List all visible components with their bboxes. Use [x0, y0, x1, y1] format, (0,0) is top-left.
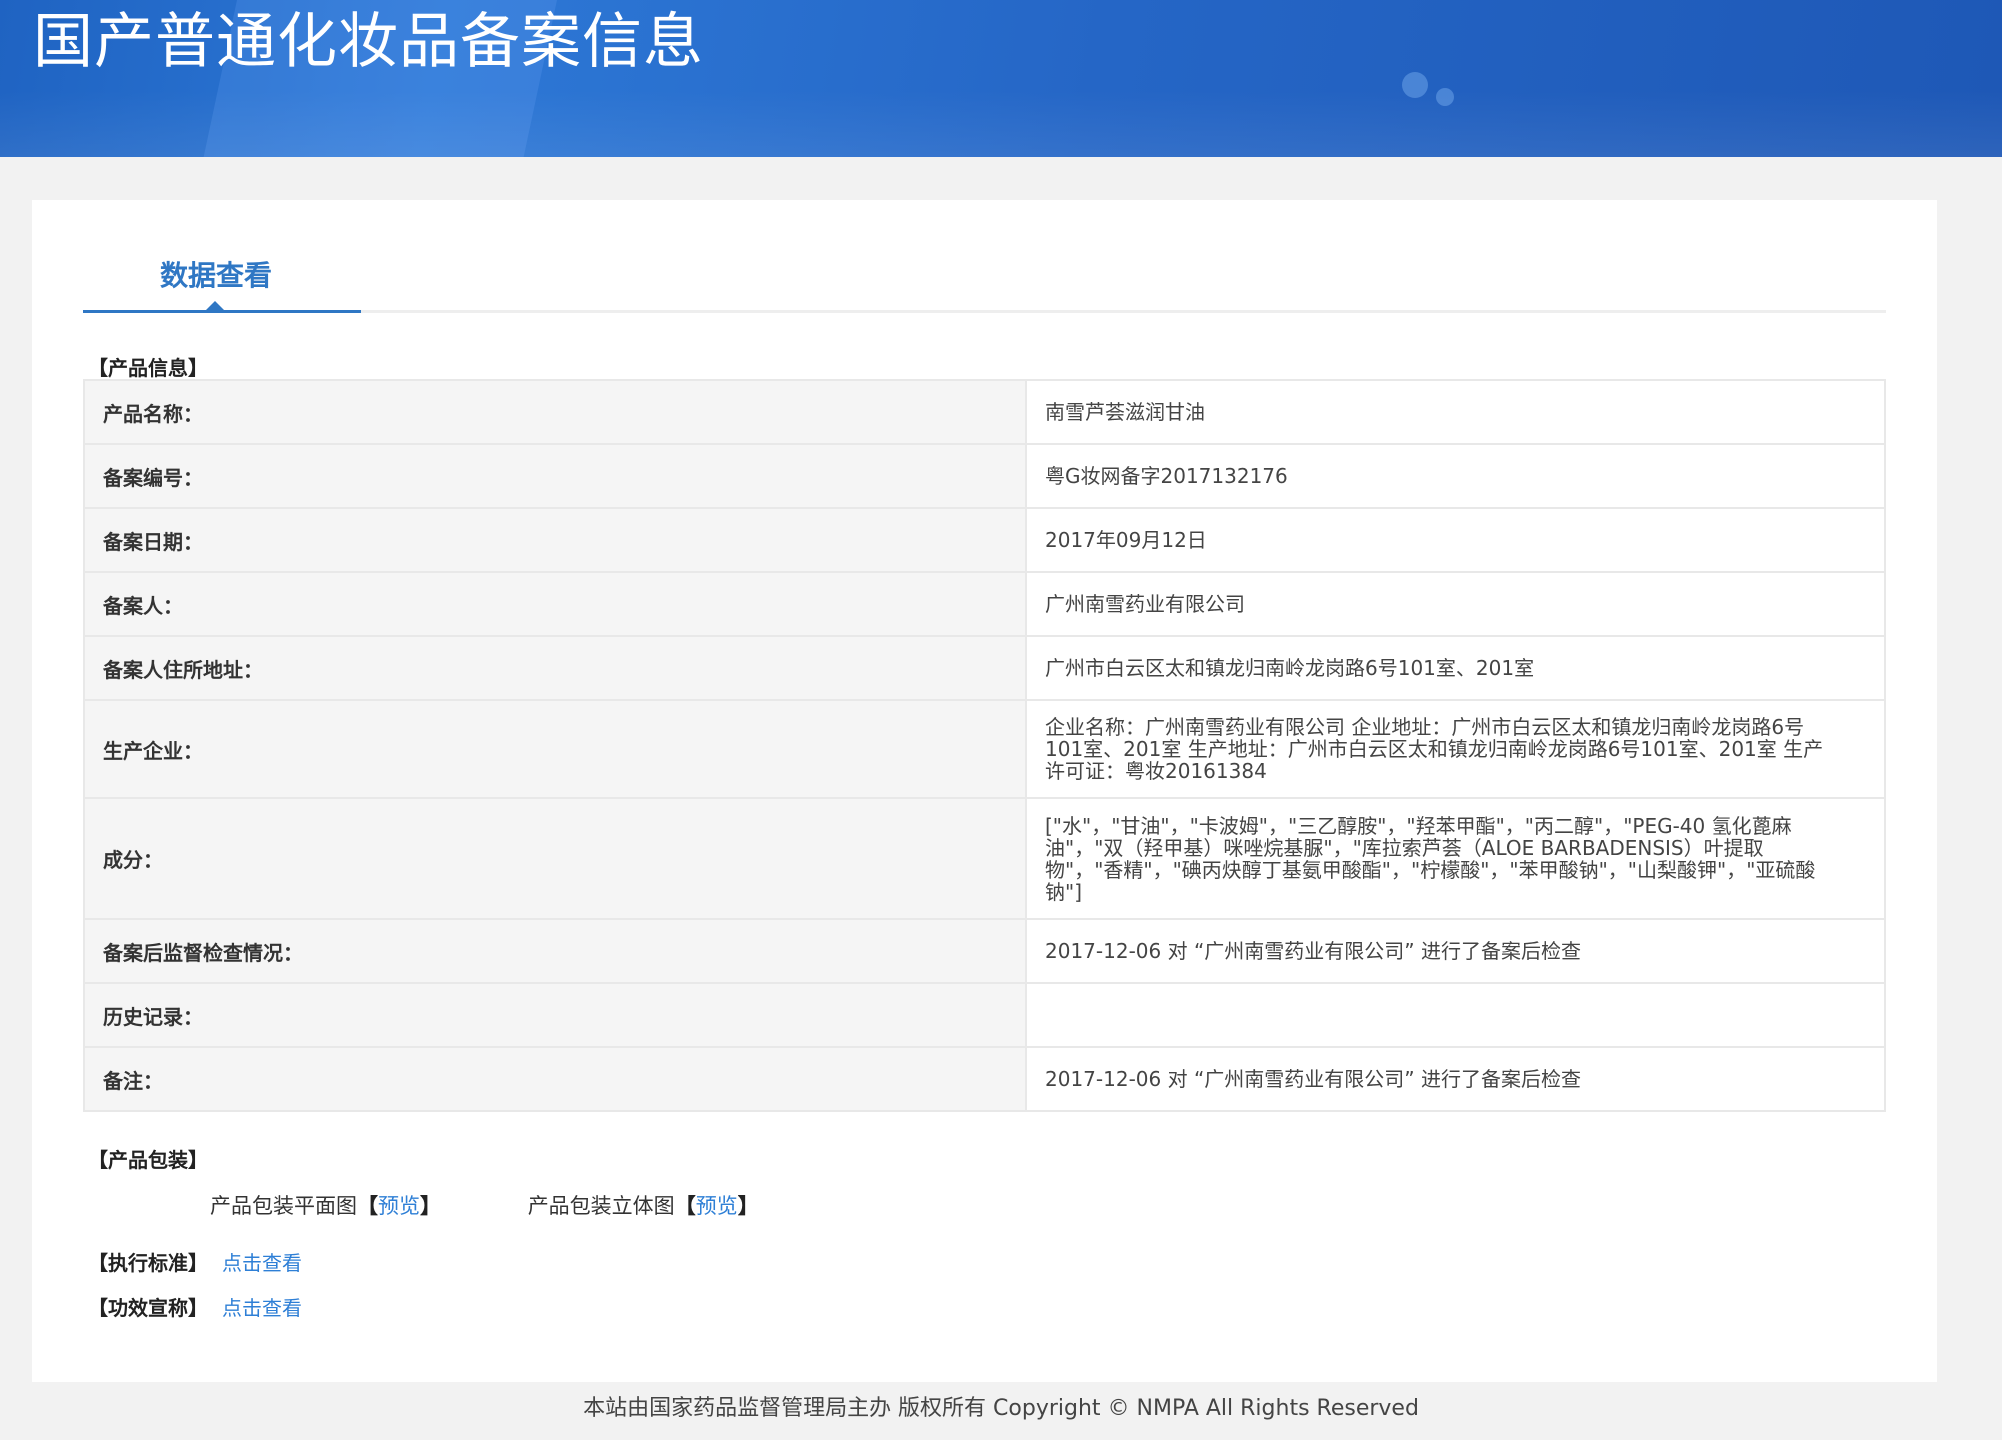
row-label: 备案人： — [83, 571, 1027, 637]
standards-label: 【执行标准】 — [88, 1251, 208, 1275]
banner-decoration — [1402, 72, 1428, 98]
row-value: 南雪芦荟滋润甘油 — [1025, 379, 1886, 445]
row-label: 备案编号： — [83, 443, 1027, 509]
efficacy-view-link[interactable]: 点击查看 — [222, 1296, 302, 1320]
row-label: 历史记录： — [83, 982, 1027, 1048]
table-row: 历史记录： — [83, 982, 1886, 1048]
caret-up-icon — [205, 301, 225, 311]
row-value: ["水"，"甘油"，"卡波姆"，"三乙醇胺"，"羟苯甲酯"，"丙二醇"，"PEG… — [1025, 797, 1886, 920]
table-row: 备案人住所地址： 广州市白云区太和镇龙归南岭龙岗路6号101室、201室 — [83, 635, 1886, 701]
tab-data-view[interactable]: 数据查看 — [83, 238, 361, 313]
table-row: 备案人： 广州南雪药业有限公司 — [83, 571, 1886, 637]
table-row: 生产企业： 企业名称：广州南雪药业有限公司 企业地址：广州市白云区太和镇龙归南岭… — [83, 699, 1886, 799]
row-value: 2017-12-06 对 “广州南雪药业有限公司” 进行了备案后检查 — [1025, 918, 1886, 984]
row-value: 企业名称：广州南雪药业有限公司 企业地址：广州市白云区太和镇龙归南岭龙岗路6号1… — [1025, 699, 1886, 799]
preview-solid-link[interactable]: 预览 — [696, 1194, 738, 1218]
packaging-solid-item: 产品包装立体图【预览】 — [528, 1190, 759, 1220]
efficacy-row: 【功效宣称】 点击查看 — [88, 1292, 302, 1321]
row-value: 粤G妆网备字2017132176 — [1025, 443, 1886, 509]
row-value: 广州南雪药业有限公司 — [1025, 571, 1886, 637]
table-row: 备注： 2017-12-06 对 “广州南雪药业有限公司” 进行了备案后检查 — [83, 1046, 1886, 1112]
row-label: 备案后监督检查情况： — [83, 918, 1027, 984]
preview-flat-link[interactable]: 预览 — [378, 1194, 420, 1218]
bracket-open: 【 — [674, 1194, 696, 1218]
standards-row: 【执行标准】 点击查看 — [88, 1247, 302, 1276]
bracket-open: 【 — [357, 1194, 378, 1218]
packaging-links: 产品包装平面图【预览】 产品包装立体图【预览】 — [210, 1190, 839, 1220]
content-card: 数据查看 【产品信息】 产品名称： 南雪芦荟滋润甘油 备案编号： 粤G妆网备字2… — [32, 200, 1937, 1382]
efficacy-label: 【功效宣称】 — [88, 1296, 208, 1320]
table-row: 产品名称： 南雪芦荟滋润甘油 — [83, 379, 1886, 445]
row-label: 生产企业： — [83, 699, 1027, 799]
header-banner: 国产普通化妆品备案信息 — [0, 0, 2002, 157]
row-label: 备案人住所地址： — [83, 635, 1027, 701]
row-label: 成分： — [83, 797, 1027, 920]
product-info-table: 产品名称： 南雪芦荟滋润甘油 备案编号： 粤G妆网备字2017132176 备案… — [83, 379, 1886, 1112]
banner-decoration — [0, 90, 2002, 157]
table-row: 备案后监督检查情况： 2017-12-06 对 “广州南雪药业有限公司” 进行了… — [83, 918, 1886, 984]
table-row: 备案日期： 2017年09月12日 — [83, 507, 1886, 573]
row-label: 备案日期： — [83, 507, 1027, 573]
row-value: 广州市白云区太和镇龙归南岭龙岗路6号101室、201室 — [1025, 635, 1886, 701]
tab-bar: 数据查看 — [83, 238, 1886, 313]
packaging-solid-label: 产品包装立体图 — [527, 1194, 675, 1218]
bracket-close: 】 — [737, 1194, 759, 1218]
bracket-close: 】 — [420, 1194, 441, 1218]
row-value — [1025, 982, 1886, 1048]
standards-view-link[interactable]: 点击查看 — [222, 1251, 302, 1275]
row-value: 2017-12-06 对 “广州南雪药业有限公司” 进行了备案后检查 — [1025, 1046, 1886, 1112]
section-title-product-info: 【产品信息】 — [88, 356, 208, 380]
row-value: 2017年09月12日 — [1025, 507, 1886, 573]
table-row: 备案编号： 粤G妆网备字2017132176 — [83, 443, 1886, 509]
packaging-flat-item: 产品包装平面图【预览】 — [210, 1190, 441, 1220]
section-title-packaging: 【产品包装】 — [88, 1148, 208, 1172]
footer-copyright: 本站由国家药品监督管理局主办 版权所有 Copyright © NMPA All… — [583, 1396, 1419, 1421]
banner-decoration — [1436, 88, 1454, 106]
table-row: 成分： ["水"，"甘油"，"卡波姆"，"三乙醇胺"，"羟苯甲酯"，"丙二醇"，… — [83, 797, 1886, 920]
row-label: 备注： — [83, 1046, 1027, 1112]
tab-label: 数据查看 — [159, 259, 272, 292]
row-label: 产品名称： — [83, 379, 1027, 445]
page-title: 国产普通化妆品备案信息 — [33, 7, 704, 77]
packaging-flat-label: 产品包装平面图 — [210, 1194, 357, 1218]
